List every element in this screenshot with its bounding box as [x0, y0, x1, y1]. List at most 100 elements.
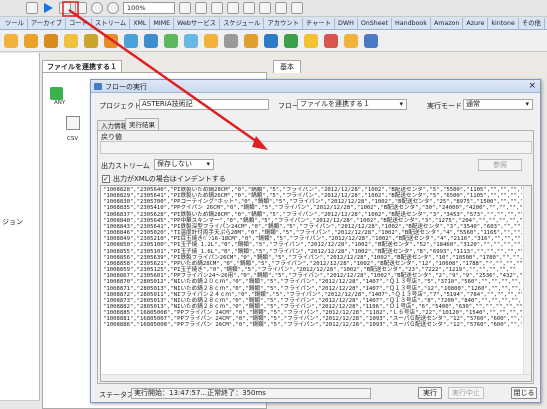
align-left-icon[interactable] [211, 2, 223, 14]
browse-button[interactable]: 参照 [478, 159, 522, 171]
output-text-area[interactable]: "1008828","2305640","PI鉄製いため鍋28CM","0","… [100, 185, 532, 382]
palette-tab[interactable]: XML [130, 18, 151, 29]
component-icon[interactable] [264, 33, 278, 48]
component-icon[interactable] [304, 33, 318, 48]
palette-tab[interactable]: アカウント [264, 18, 303, 29]
tab-run-result[interactable]: 実行結果 [125, 118, 159, 130]
palette-tab[interactable]: Amazon [431, 18, 464, 29]
mode-label: 実行モード [427, 102, 462, 110]
result-panel: 戻り値 出力ストリーム 保存しない 参照 ✓ 出力がXMLの場合はインデントする… [97, 130, 534, 384]
indent-xml-label: 出力がXMLの場合はインデントする [113, 175, 226, 183]
component-palette [0, 30, 547, 52]
output-line: "1008855","2305101","PI玉子焼 1.6L","0","鍋類… [103, 248, 522, 255]
component-icon[interactable] [344, 33, 358, 48]
record-icon[interactable] [91, 2, 103, 14]
csv-node-icon[interactable] [66, 116, 80, 130]
component-icon[interactable] [284, 33, 298, 48]
align-bottom-icon[interactable] [291, 2, 303, 14]
component-icon[interactable] [4, 33, 18, 48]
output-vertical-scrollbar[interactable] [523, 186, 531, 381]
dialog-app-icon [94, 83, 102, 90]
component-icon[interactable] [124, 33, 138, 48]
palette-tab[interactable]: ストリーム [92, 18, 131, 29]
mode-select[interactable]: 通常 [463, 99, 533, 110]
palette-tab[interactable]: Azure [463, 18, 489, 29]
component-icon[interactable] [224, 33, 238, 48]
dialog-title-bar[interactable]: フローの実行 × [91, 80, 540, 93]
palette-tab[interactable]: kintone [488, 18, 519, 29]
left-pane-scrollbar[interactable] [0, 400, 40, 409]
palette-tab[interactable]: アーカイブ [28, 18, 66, 29]
palette-tab[interactable]: OnSheet [358, 18, 392, 29]
zoom-select[interactable]: 100% [123, 2, 175, 14]
palette-tab[interactable]: Webサービス [174, 18, 221, 29]
project-field: ASTERIA技術記 [139, 99, 269, 110]
record-alt-icon[interactable] [107, 2, 119, 14]
properties-tab-basic[interactable]: 基本 [273, 60, 301, 73]
output-line: "1008837","2305628","PI鉄製いため鍋28CM","0","… [103, 211, 522, 218]
palette-tab[interactable]: スケジュール [220, 18, 265, 29]
debug-icon[interactable] [59, 2, 71, 14]
output-line: "1008886","16805008","PPフライパン 26CM","0",… [103, 322, 522, 329]
component-icon[interactable] [164, 33, 178, 48]
start-node-icon[interactable] [50, 87, 63, 100]
pen-icon[interactable] [75, 2, 87, 14]
palette-tab[interactable]: DWH [335, 18, 358, 29]
dialog-title: フローの実行 [105, 83, 147, 91]
component-icon[interactable] [324, 33, 338, 48]
abort-button[interactable]: 実行中止 [448, 387, 484, 399]
palette-tab[interactable]: コード [66, 18, 92, 29]
palette-tab[interactable]: その他 [519, 18, 545, 29]
flow-label: フロー [278, 102, 299, 110]
output-lines: "1008828","2305640","PI鉄製いため鍋28CM","0","… [103, 187, 522, 329]
run-flow-dialog: フローの実行 × プロジェクト ASTERIA技術記 フロー ファイルを連携する… [90, 79, 541, 403]
output-line: "1008872","2805011","NIフライパン２４ｃｍ","0","鍋… [103, 291, 522, 298]
run-button[interactable]: 実行 [418, 387, 442, 399]
start-node-label: ANY [54, 100, 66, 106]
component-icon[interactable] [204, 33, 218, 48]
status-label: ステータス [99, 391, 134, 399]
indent-xml-checkbox[interactable]: ✓ [102, 175, 110, 183]
output-stream-label: 出力ストリーム [101, 162, 150, 170]
return-value-field [100, 141, 532, 154]
output-line: "1008870","2805012","NIいため鍋２０ｃｍ","0","鍋類… [103, 279, 522, 286]
run-flow-icon[interactable] [44, 3, 53, 13]
palette-tab[interactable]: ツール [2, 18, 28, 29]
close-button[interactable]: 閉じる [511, 387, 537, 399]
palette-tab[interactable]: Handbook [392, 18, 431, 29]
component-icon[interactable] [364, 33, 378, 48]
palette-tab[interactable]: チャート [303, 18, 336, 29]
component-icon[interactable] [104, 33, 118, 48]
component-icon[interactable] [64, 33, 78, 48]
project-tree-pane: ジョン [0, 53, 40, 409]
csv-node-label: CSV [67, 136, 79, 142]
main-toolbar: 100% [0, 0, 547, 17]
component-icon[interactable] [144, 33, 158, 48]
grid-icon[interactable] [195, 2, 207, 14]
component-icon[interactable] [184, 33, 198, 48]
component-icon[interactable] [24, 33, 38, 48]
align-center-icon[interactable] [227, 2, 239, 14]
mode-select-value: 通常 [466, 100, 480, 108]
stop-icon[interactable] [26, 2, 38, 14]
output-stream-select[interactable]: 保存しない [154, 159, 214, 170]
left-pane-label: ジョン [2, 218, 23, 226]
align-right-icon[interactable] [243, 2, 255, 14]
output-stream-value: 保存しない [157, 160, 192, 168]
align-middle-icon[interactable] [275, 2, 287, 14]
palette-tab[interactable]: MIME [150, 18, 175, 29]
flow-select[interactable]: ファイルを連携する１ [297, 99, 407, 110]
fit-icon[interactable] [179, 2, 191, 14]
status-field: 実行開始：13:47:57...正常終了：350ms [131, 388, 371, 399]
close-icon[interactable]: × [528, 81, 536, 91]
align-top-icon[interactable] [259, 2, 271, 14]
output-horizontal-scrollbar[interactable] [101, 374, 531, 381]
component-icon[interactable] [84, 33, 98, 48]
output-line: "1008856","2305639","PI鉄製フライパン26CM","0",… [103, 254, 522, 261]
flow-select-value: ファイルを連携する１ [300, 100, 370, 108]
component-icon[interactable] [44, 33, 58, 48]
output-line: "1008850","2305100","PI玉子焼 1.2L","0","鍋類… [103, 242, 522, 249]
component-icon[interactable] [244, 33, 258, 48]
output-line: "1008871","2805013","NIいため鍋２８ｃｍ","0","鍋類… [103, 285, 522, 292]
output-line: "1008835","2305410","PPクイパン 26CM","0","鍋… [103, 205, 522, 212]
